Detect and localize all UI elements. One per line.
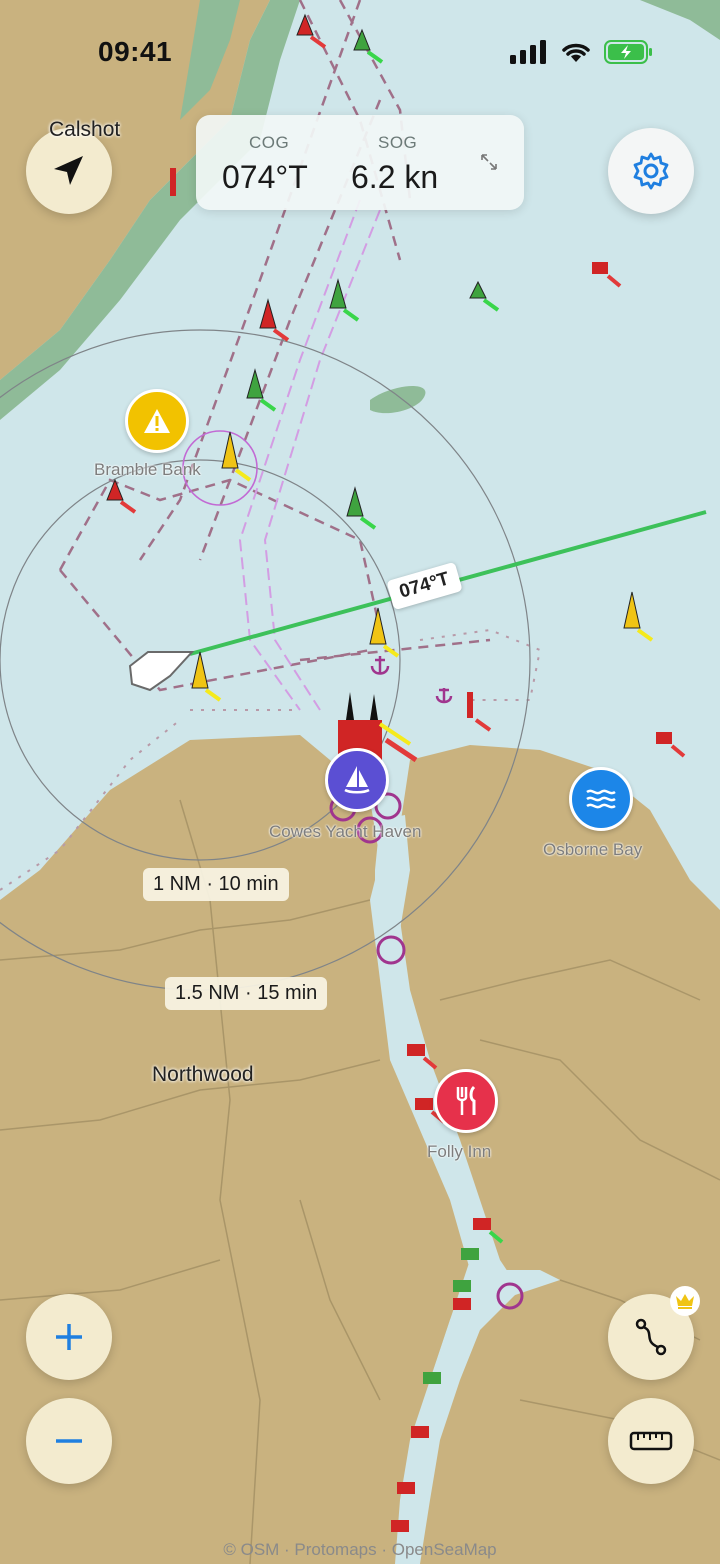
minus-icon (56, 1439, 82, 1443)
fork-knife-icon (456, 1085, 476, 1115)
premium-badge (670, 1286, 700, 1316)
battery-charging-icon (604, 40, 652, 64)
sog-value: 6.2 kn (351, 159, 439, 195)
navigation-arrow-icon (54, 156, 83, 185)
map-attribution: © OSM · Protomaps · OpenSeaMap (223, 1540, 497, 1559)
range-ring-label-2: 1.5 NM · 15 min (165, 977, 328, 1010)
sog-label: SOG (378, 133, 418, 152)
plus-icon (56, 1324, 82, 1350)
place-label-folly: Folly Inn (427, 1142, 492, 1161)
place-label-northwood: Northwood (152, 1063, 254, 1086)
measure-button[interactable] (608, 1398, 694, 1484)
marina-poi[interactable] (325, 748, 389, 812)
gear-icon (633, 152, 669, 190)
cog-sog-panel[interactable]: COG 074°T SOG 6.2 kn (196, 115, 524, 210)
sailboat-icon (344, 766, 370, 794)
zoom-out-button[interactable] (26, 1398, 112, 1484)
crown-icon (676, 1294, 694, 1309)
waves-icon (586, 789, 616, 809)
hazard-poi[interactable] (125, 389, 189, 453)
status-icons (510, 40, 654, 64)
place-label-cowes: Cowes Yacht Haven (269, 822, 422, 841)
range-ring-label-1: 1 NM · 10 min (143, 868, 289, 901)
anchorage-poi[interactable] (569, 767, 633, 831)
cog-value: 074°T (222, 159, 308, 195)
cog-label: COG (249, 133, 290, 152)
place-label-bramble-bank: Bramble Bank (94, 460, 201, 479)
expand-icon[interactable] (478, 151, 500, 173)
route-icon (635, 1318, 667, 1356)
settings-button[interactable] (608, 128, 694, 214)
status-time: 09:41 (98, 36, 173, 67)
cellular-signal-icon (510, 40, 546, 64)
wifi-icon (562, 43, 590, 62)
warning-icon (144, 409, 170, 433)
place-label-osborne: Osborne Bay (543, 840, 643, 859)
place-label-calshot: Calshot (49, 118, 121, 141)
ruler-icon (629, 1431, 673, 1451)
status-bar: 09:41 (0, 0, 720, 100)
restaurant-poi[interactable] (434, 1069, 498, 1133)
zoom-in-button[interactable] (26, 1294, 112, 1380)
